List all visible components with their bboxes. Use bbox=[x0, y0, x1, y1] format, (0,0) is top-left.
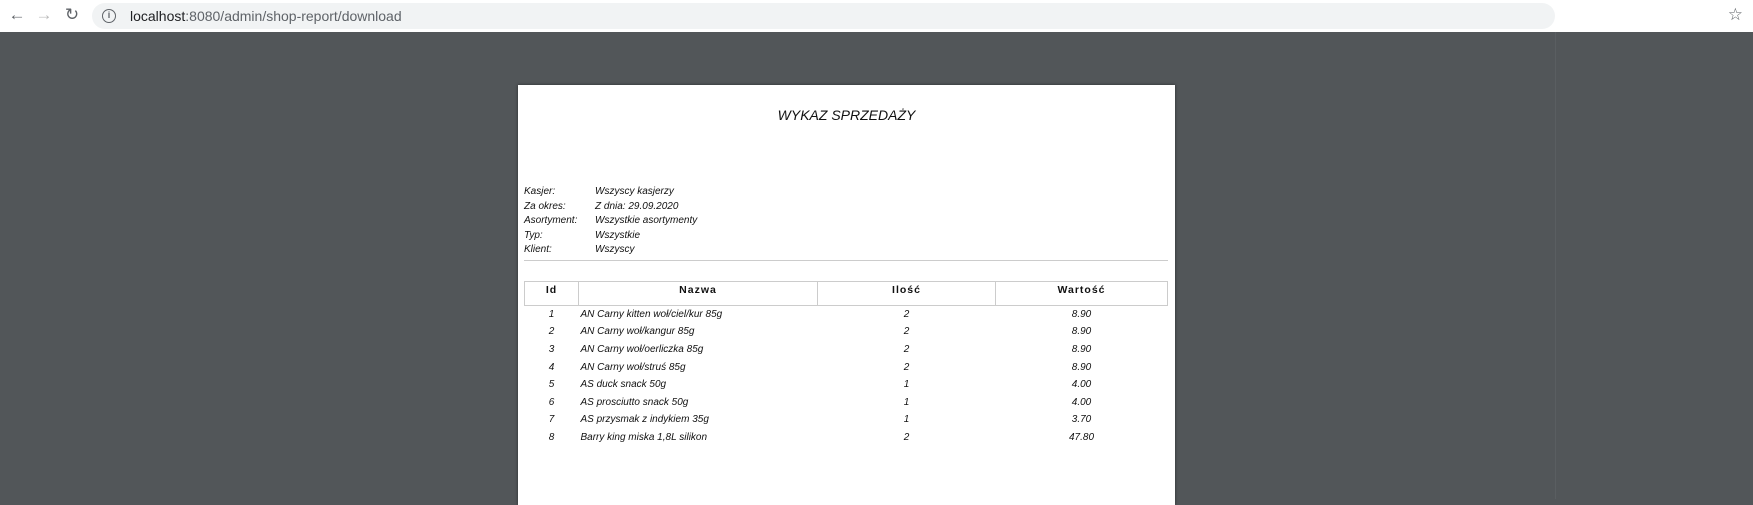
sales-table: Id Nazwa Ilość Wartość 1 AN Carny kitten … bbox=[524, 281, 1168, 446]
reload-icon[interactable]: ↻ bbox=[62, 5, 82, 25]
cell-id: 6 bbox=[548, 396, 555, 408]
table-row: 5 AS duck snack 50g 1 4.00 bbox=[525, 376, 1168, 394]
scrollbar[interactable] bbox=[1555, 32, 1753, 499]
report-page: WYKAZ SPRZEDAŻY Kasjer: Wszyscy kasjerzy Z… bbox=[518, 85, 1175, 505]
cell-id: 5 bbox=[548, 379, 555, 391]
cell-name: AN Carny woł/struś 85g bbox=[580, 361, 686, 373]
table-row: 3 AN Carny woł/oerliczka 85g 2 8.90 bbox=[525, 341, 1168, 359]
meta-value: Wszystkie asortymenty bbox=[595, 215, 698, 226]
table-row: 4 AN Carny woł/struś 85g 2 8.90 bbox=[525, 358, 1168, 376]
meta-label: Kasjer: bbox=[524, 186, 556, 197]
meta-label: Typ: bbox=[524, 229, 543, 241]
meta-row: Typ: Wszystkie bbox=[524, 230, 697, 245]
cell-value: 8.90 bbox=[1071, 309, 1092, 321]
meta-row: Za okres: Z dnia: 29.09.2020 bbox=[524, 201, 697, 216]
meta-label: Za okres: bbox=[524, 200, 566, 212]
cell-qty: 2 bbox=[903, 326, 910, 338]
table-row: 2 AN Carny woł/kangur 85g 2 8.90 bbox=[525, 323, 1168, 341]
cell-name: Barry king miska 1,8L silikon bbox=[580, 431, 708, 443]
cell-value: 8.90 bbox=[1071, 326, 1092, 338]
cell-id: 3 bbox=[548, 343, 555, 355]
meta-value: Wszyscy bbox=[595, 244, 635, 255]
cell-name: AN Carny woł/kangur 85g bbox=[580, 326, 695, 338]
address-bar[interactable]: i localhost:8080/admin/shop-report/downl… bbox=[92, 3, 1555, 29]
meta-value: Wszystkie bbox=[595, 229, 640, 241]
back-icon[interactable]: ← bbox=[7, 5, 27, 25]
cell-id: 1 bbox=[548, 309, 555, 321]
col-id: Id bbox=[524, 281, 579, 306]
cell-name: AN Carny woł/oerliczka 85g bbox=[580, 343, 704, 355]
meta-label: Asortyment: bbox=[524, 215, 578, 226]
cell-qty: 1 bbox=[903, 379, 910, 391]
cell-id: 4 bbox=[548, 361, 555, 373]
meta-row: Klient: Wszyscy bbox=[524, 244, 697, 259]
cell-name: AS duck snack 50g bbox=[580, 379, 667, 391]
divider bbox=[524, 260, 1168, 261]
meta-label: Klient: bbox=[524, 244, 552, 255]
cell-value: 4.00 bbox=[1071, 396, 1092, 408]
cell-value: 8.90 bbox=[1071, 343, 1092, 355]
meta-value: Wszyscy kasjerzy bbox=[595, 186, 674, 197]
cell-value: 4.00 bbox=[1071, 379, 1092, 391]
cell-qty: 2 bbox=[903, 309, 910, 321]
cell-qty: 2 bbox=[903, 361, 910, 373]
table-row: 8 Barry king miska 1,8L silikon 2 47.80 bbox=[525, 429, 1168, 447]
col-value: Wartość bbox=[995, 281, 1168, 306]
table-row: 1 AN Carny kitten woł/ciel/kur 85g 2 8.90 bbox=[525, 306, 1168, 324]
meta-row: Asortyment: Wszystkie asortymenty bbox=[524, 215, 697, 230]
col-qty: Ilość bbox=[817, 281, 996, 306]
cell-name: AS prosciutto snack 50g bbox=[580, 396, 689, 408]
cell-qty: 1 bbox=[903, 396, 910, 408]
browser-toolbar: ← → ↻ i localhost:8080/admin/shop-report… bbox=[0, 0, 1753, 32]
cell-id: 8 bbox=[548, 431, 555, 443]
meta-row: Kasjer: Wszyscy kasjerzy bbox=[524, 186, 697, 201]
cell-id: 2 bbox=[548, 326, 555, 338]
cell-name: AS przysmak z indykiem 35g bbox=[580, 414, 709, 426]
cell-value: 47.80 bbox=[1068, 431, 1095, 443]
info-icon[interactable]: i bbox=[102, 9, 116, 23]
col-name: Nazwa bbox=[578, 281, 818, 306]
report-title: WYKAZ SPRZEDAŻY bbox=[777, 107, 916, 123]
report-meta: Kasjer: Wszyscy kasjerzy Za okres: Z dnia: … bbox=[524, 186, 697, 259]
url-host: localhost bbox=[130, 8, 186, 24]
cell-qty: 2 bbox=[903, 343, 910, 355]
meta-value: Z dnia: 29.09.2020 bbox=[595, 200, 679, 212]
cell-value: 3.70 bbox=[1071, 414, 1092, 426]
cell-value: 8.90 bbox=[1071, 361, 1092, 373]
cell-qty: 2 bbox=[903, 431, 910, 443]
bookmark-star-icon[interactable]: ☆ bbox=[1728, 5, 1743, 25]
cell-name: AN Carny kitten woł/ciel/kur 85g bbox=[580, 309, 723, 321]
table-row: 6 AS prosciutto snack 50g 1 4.00 bbox=[525, 393, 1168, 411]
url-path: :8080/admin/shop-report/download bbox=[185, 8, 402, 24]
forward-icon[interactable]: → bbox=[34, 5, 54, 25]
table-row: 7 AS przysmak z indykiem 35g 1 3.70 bbox=[525, 411, 1168, 429]
cell-qty: 1 bbox=[903, 414, 910, 426]
cell-id: 7 bbox=[548, 414, 555, 426]
